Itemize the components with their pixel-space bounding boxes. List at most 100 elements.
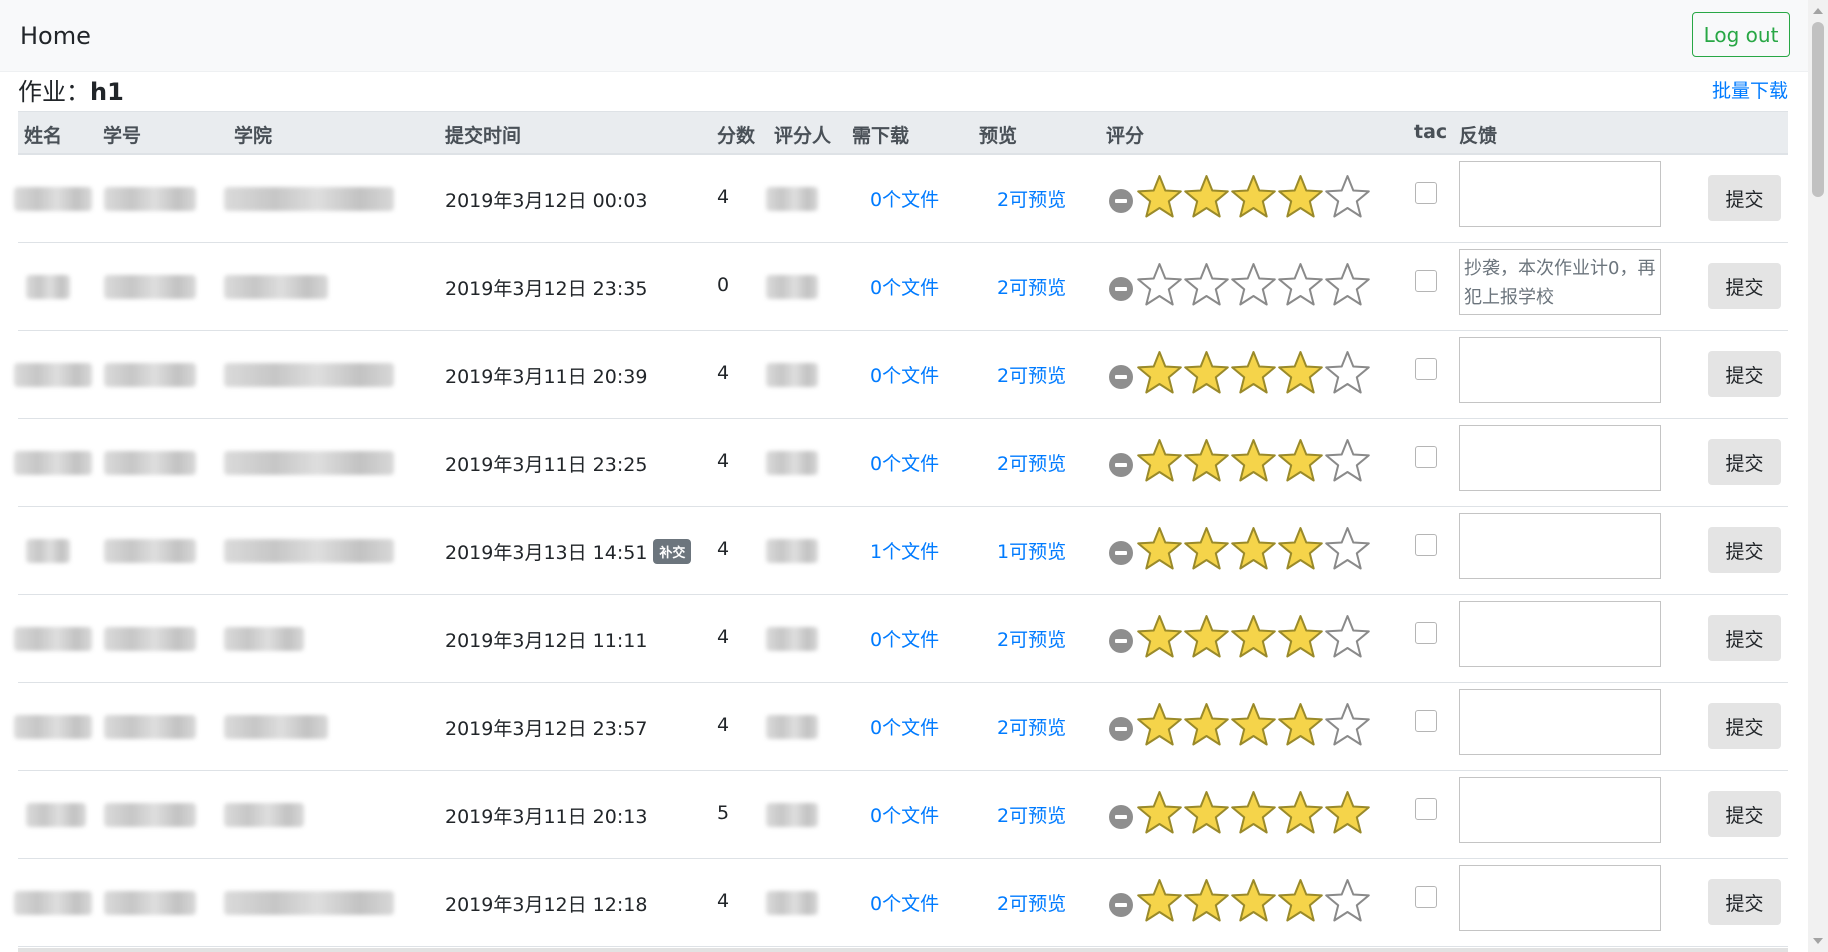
star-icon[interactable] [1277,349,1324,397]
horizontal-scrollbar[interactable] [18,948,1788,952]
star-icon[interactable] [1277,701,1324,749]
star-icon[interactable] [1230,877,1277,925]
star-icon[interactable] [1136,261,1183,309]
star-icon[interactable] [1324,613,1371,661]
vertical-scrollbar[interactable] [1808,0,1828,952]
preview-link[interactable]: 2可预览 [997,449,1066,476]
feedback-textarea[interactable] [1459,337,1661,403]
star-icon[interactable] [1230,525,1277,573]
star-icon[interactable] [1324,173,1371,221]
star-icon[interactable] [1324,789,1371,837]
files-download-link[interactable]: 1个文件 [870,537,939,564]
feedback-textarea[interactable] [1459,161,1661,227]
files-download-link[interactable]: 0个文件 [870,625,939,652]
star-icon[interactable] [1136,877,1183,925]
tac-checkbox[interactable] [1415,886,1437,908]
minus-circle-icon[interactable] [1109,365,1133,389]
star-icon[interactable] [1230,701,1277,749]
logout-button[interactable]: Log out [1692,12,1790,57]
star-icon[interactable] [1183,437,1230,485]
files-download-link[interactable]: 0个文件 [870,449,939,476]
feedback-textarea[interactable] [1459,601,1661,667]
tac-checkbox[interactable] [1415,182,1437,204]
scroll-up-icon[interactable] [1813,8,1823,14]
star-icon[interactable] [1277,525,1324,573]
minus-circle-icon[interactable] [1109,453,1133,477]
submit-button[interactable]: 提交 [1708,263,1781,309]
star-rating[interactable] [1136,437,1371,485]
preview-link[interactable]: 2可预览 [997,185,1066,212]
star-icon[interactable] [1183,789,1230,837]
star-icon[interactable] [1324,437,1371,485]
minus-circle-icon[interactable] [1109,893,1133,917]
star-icon[interactable] [1136,173,1183,221]
scroll-thumb[interactable] [1812,22,1824,197]
submit-button[interactable]: 提交 [1708,703,1781,749]
minus-circle-icon[interactable] [1109,541,1133,565]
submit-button[interactable]: 提交 [1708,879,1781,925]
tac-checkbox[interactable] [1415,534,1437,556]
submit-button[interactable]: 提交 [1708,439,1781,485]
scroll-down-icon[interactable] [1813,938,1823,944]
star-rating[interactable] [1136,261,1371,309]
star-icon[interactable] [1230,613,1277,661]
preview-link[interactable]: 2可预览 [997,713,1066,740]
star-icon[interactable] [1183,525,1230,573]
minus-circle-icon[interactable] [1109,805,1133,829]
preview-link[interactable]: 2可预览 [997,625,1066,652]
tac-checkbox[interactable] [1415,358,1437,380]
star-icon[interactable] [1230,261,1277,309]
submit-button[interactable]: 提交 [1708,527,1781,573]
preview-link[interactable]: 2可预览 [997,361,1066,388]
files-download-link[interactable]: 0个文件 [870,801,939,828]
star-rating[interactable] [1136,173,1371,221]
star-icon[interactable] [1183,349,1230,397]
minus-circle-icon[interactable] [1109,717,1133,741]
star-icon[interactable] [1183,701,1230,749]
star-rating[interactable] [1136,613,1371,661]
minus-circle-icon[interactable] [1109,629,1133,653]
star-icon[interactable] [1324,525,1371,573]
star-icon[interactable] [1230,437,1277,485]
minus-circle-icon[interactable] [1109,189,1133,213]
submit-button[interactable]: 提交 [1708,175,1781,221]
submit-button[interactable]: 提交 [1708,351,1781,397]
tac-checkbox[interactable] [1415,798,1437,820]
star-icon[interactable] [1324,701,1371,749]
files-download-link[interactable]: 0个文件 [870,185,939,212]
star-rating[interactable] [1136,877,1371,925]
preview-link[interactable]: 1可预览 [997,537,1066,564]
star-icon[interactable] [1183,261,1230,309]
home-link[interactable]: Home [20,22,91,50]
star-icon[interactable] [1277,261,1324,309]
star-icon[interactable] [1277,789,1324,837]
star-icon[interactable] [1277,173,1324,221]
files-download-link[interactable]: 0个文件 [870,713,939,740]
star-icon[interactable] [1277,437,1324,485]
star-icon[interactable] [1136,525,1183,573]
feedback-textarea[interactable] [1459,865,1661,931]
submit-button[interactable]: 提交 [1708,791,1781,837]
star-icon[interactable] [1277,877,1324,925]
star-icon[interactable] [1230,789,1277,837]
minus-circle-icon[interactable] [1109,277,1133,301]
tac-checkbox[interactable] [1415,710,1437,732]
star-icon[interactable] [1183,173,1230,221]
preview-link[interactable]: 2可预览 [997,801,1066,828]
star-rating[interactable] [1136,789,1371,837]
tac-checkbox[interactable] [1415,622,1437,644]
star-icon[interactable] [1230,349,1277,397]
star-rating[interactable] [1136,525,1371,573]
star-icon[interactable] [1136,789,1183,837]
star-icon[interactable] [1324,261,1371,309]
star-icon[interactable] [1136,349,1183,397]
feedback-textarea[interactable] [1459,777,1661,843]
star-icon[interactable] [1183,877,1230,925]
star-icon[interactable] [1136,613,1183,661]
submit-button[interactable]: 提交 [1708,615,1781,661]
files-download-link[interactable]: 0个文件 [870,361,939,388]
star-icon[interactable] [1230,173,1277,221]
feedback-textarea[interactable] [1459,425,1661,491]
tac-checkbox[interactable] [1415,446,1437,468]
feedback-textarea[interactable] [1459,689,1661,755]
